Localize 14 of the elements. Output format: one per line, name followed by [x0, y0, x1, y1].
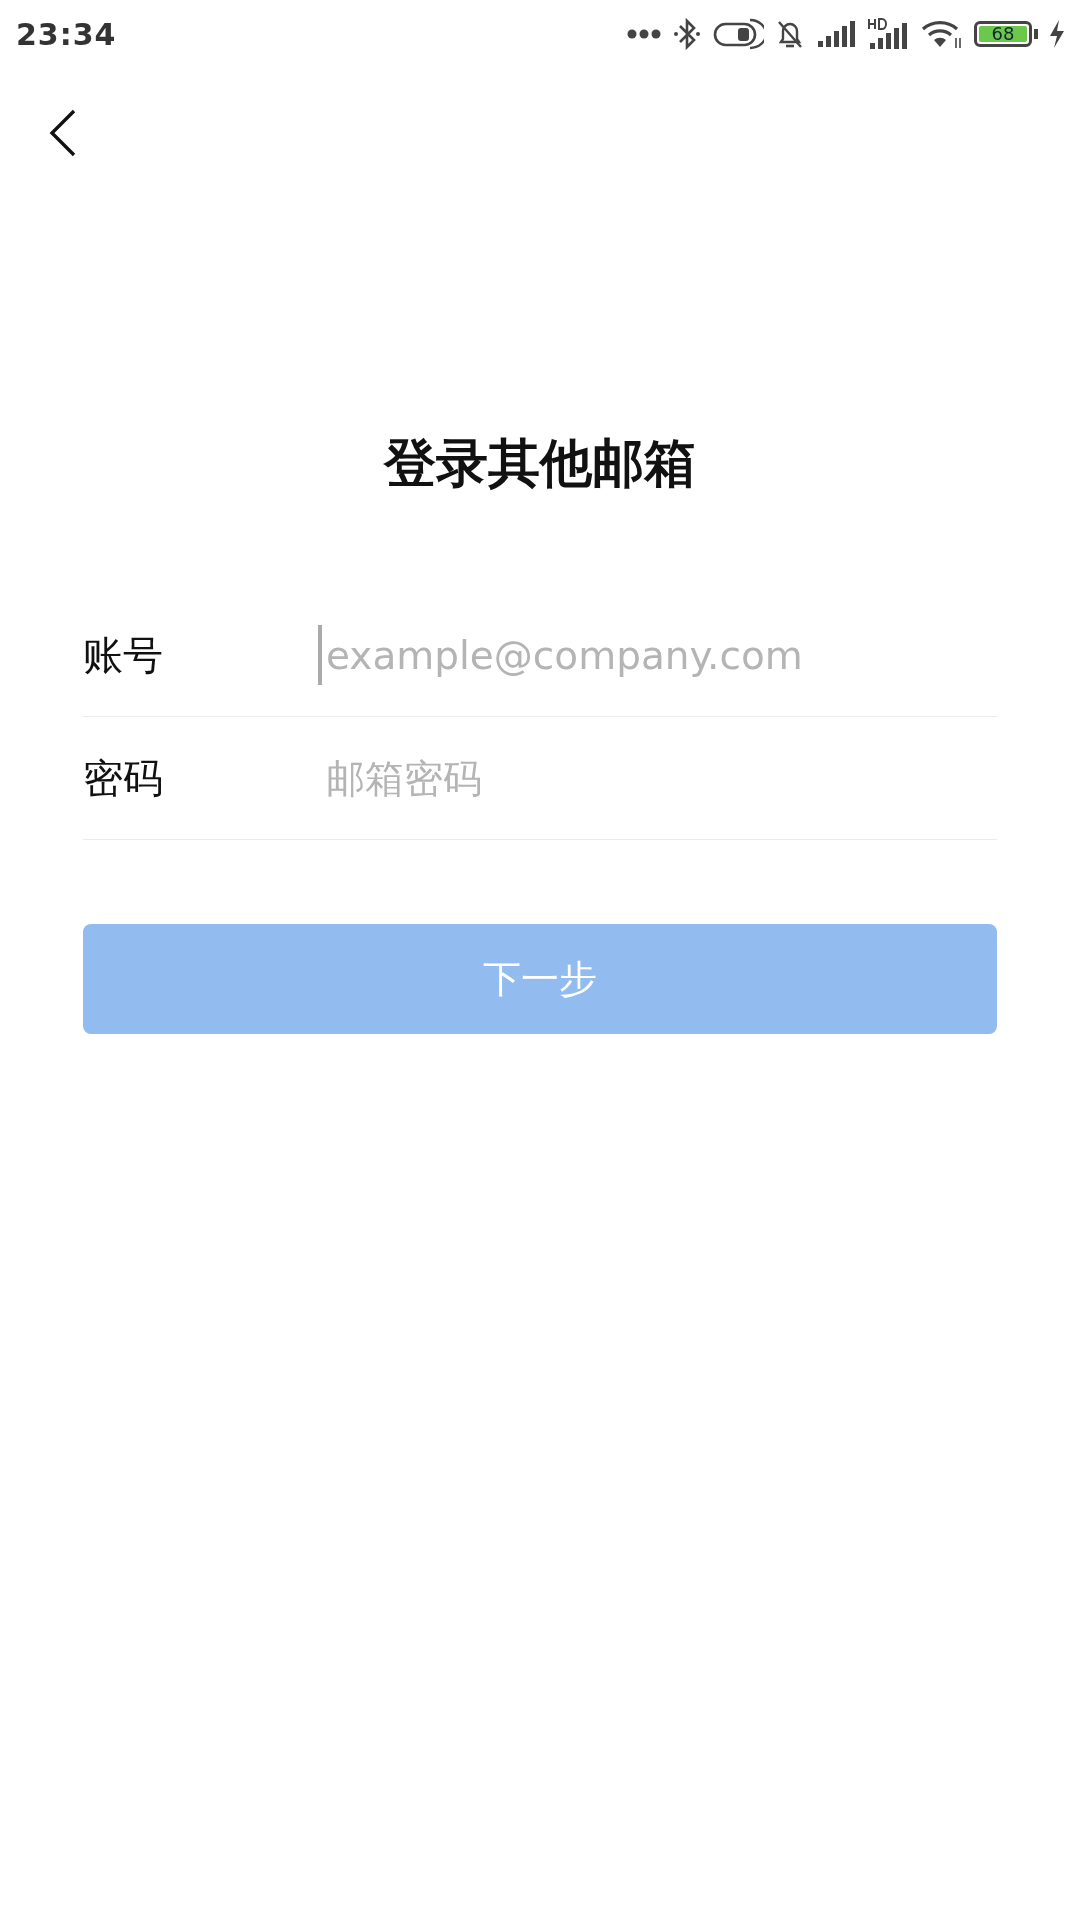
back-icon[interactable]	[48, 108, 78, 158]
page-title: 登录其他邮箱	[382, 432, 697, 495]
wifi-icon	[920, 18, 964, 50]
toggle-icon	[712, 17, 764, 51]
input-field[interactable]: 邮箱密码	[318, 748, 997, 808]
more-dots-icon	[626, 28, 662, 40]
hd-signal-icon	[868, 17, 910, 51]
charging-icon	[1048, 19, 1066, 49]
status-time: 23:34	[16, 16, 117, 52]
signal-icon	[816, 19, 858, 49]
field-label: 密码	[83, 753, 164, 803]
input-field[interactable]: example@company.com	[318, 625, 997, 685]
field-label: 账号	[83, 630, 164, 680]
bluetooth-icon	[672, 17, 702, 51]
